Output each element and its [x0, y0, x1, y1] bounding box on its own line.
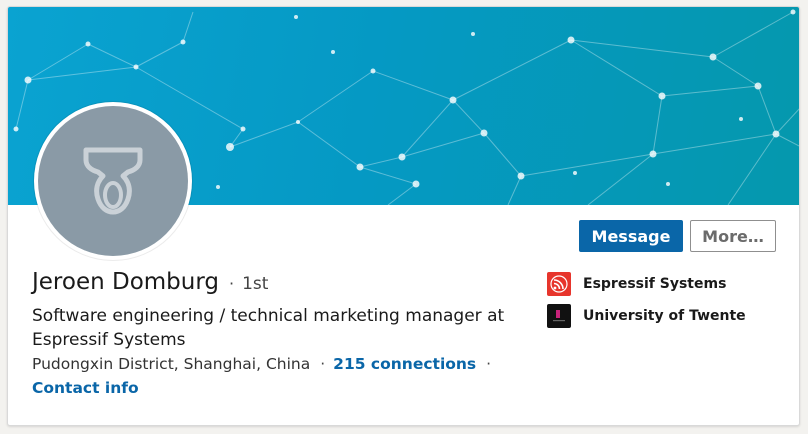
- org-espressif[interactable]: Espressif Systems: [547, 272, 726, 296]
- org-university-of-twente[interactable]: University of Twente: [547, 304, 746, 328]
- org-name-espressif: Espressif Systems: [583, 276, 727, 292]
- connection-degree: 1st: [242, 274, 269, 294]
- profile-card: Message More… Jeroen Domburg · 1st Softw…: [7, 6, 800, 426]
- more-button[interactable]: More…: [690, 220, 776, 252]
- connections-separator: ·: [486, 355, 492, 373]
- message-button[interactable]: Message: [579, 220, 683, 252]
- connections-link[interactable]: 215 connections: [333, 355, 476, 373]
- avatar-placeholder: [38, 106, 188, 256]
- avatar-placeholder-icon: [83, 147, 143, 215]
- profile-name: Jeroen Domburg: [32, 269, 220, 295]
- contact-info-link[interactable]: Contact info: [32, 379, 139, 397]
- profile-headline: Software engineering / technical marketi…: [32, 306, 505, 350]
- name-separator: ·: [229, 274, 235, 293]
- university-of-twente-logo-icon: [547, 304, 571, 328]
- avatar[interactable]: [34, 102, 192, 260]
- profile-location: Pudongxin District, Shanghai, China: [32, 355, 311, 373]
- name-row: Jeroen Domburg · 1st: [32, 269, 268, 295]
- location-row: Pudongxin District, Shanghai, China · 21…: [32, 355, 499, 373]
- location-separator: ·: [320, 355, 326, 373]
- espressif-logo-icon: [547, 272, 571, 296]
- org-name-university-of-twente: University of Twente: [583, 308, 746, 324]
